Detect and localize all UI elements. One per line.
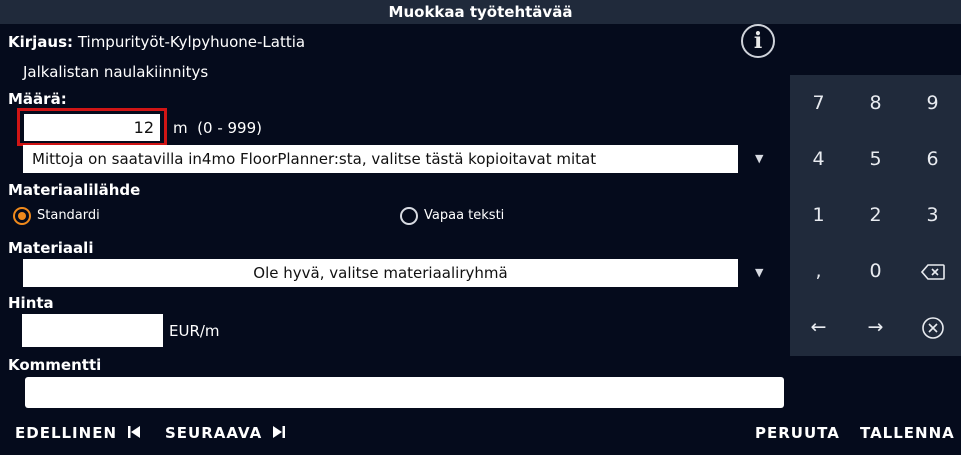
price-input[interactable] (22, 314, 163, 347)
measure-select[interactable]: Mittoja on saatavilla in4mo FloorPlanner… (23, 145, 738, 173)
key-comma[interactable]: , (790, 243, 847, 299)
price-unit: EUR/m (169, 322, 220, 340)
material-select-chevron-down-icon[interactable]: ▼ (755, 266, 763, 279)
key-2[interactable]: 2 (847, 187, 904, 243)
cancel-button[interactable]: PERUUTA (755, 424, 840, 442)
key-arrow-left[interactable]: ← (790, 299, 847, 355)
measure-select-chevron-down-icon[interactable]: ▼ (755, 152, 763, 165)
material-select[interactable]: Ole hyvä, valitse materiaaliryhmä (23, 259, 738, 287)
skip-next-icon (273, 426, 286, 438)
info-icon: i (753, 28, 763, 54)
measure-select-value: Mittoja on saatavilla in4mo FloorPlanner… (32, 150, 597, 168)
radio-vapaa-teksti-label[interactable]: Vapaa teksti (424, 208, 504, 223)
booking-label: Kirjaus: (8, 33, 74, 51)
radio-standardi[interactable] (13, 207, 31, 225)
key-close[interactable] (904, 299, 961, 355)
key-0[interactable]: 0 (847, 243, 904, 299)
arrow-left-icon: ← (810, 316, 827, 338)
arrow-right-icon: → (867, 316, 884, 338)
key-7[interactable]: 7 (790, 75, 847, 131)
material-label: Materiaali (8, 239, 94, 257)
quantity-unit-range: m (0 - 999) (173, 119, 262, 137)
task-description: Jalkalistan naulakiinnitys (23, 63, 209, 81)
material-select-value: Ole hyvä, valitse materiaaliryhmä (253, 264, 508, 282)
previous-button-label: EDELLINEN (15, 424, 117, 442)
key-5[interactable]: 5 (847, 131, 904, 187)
price-label: Hinta (8, 294, 54, 312)
previous-button[interactable]: EDELLINEN (15, 424, 141, 442)
numeric-keypad: 7 8 9 4 5 6 1 2 3 , 0 ← → (790, 75, 961, 356)
backspace-icon (920, 263, 945, 280)
radio-vapaa-teksti[interactable] (400, 207, 418, 225)
info-button[interactable]: i (741, 24, 775, 58)
comment-input[interactable] (25, 377, 784, 408)
next-button-label: SEURAAVA (165, 424, 263, 442)
radio-standardi-label[interactable]: Standardi (37, 208, 100, 223)
key-4[interactable]: 4 (790, 131, 847, 187)
key-9[interactable]: 9 (904, 75, 961, 131)
key-1[interactable]: 1 (790, 187, 847, 243)
key-8[interactable]: 8 (847, 75, 904, 131)
key-6[interactable]: 6 (904, 131, 961, 187)
key-backspace[interactable] (904, 243, 961, 299)
booking-value: Timpurityöt-Kylpyhuone-Lattia (77, 33, 306, 51)
quantity-range: (0 - 999) (197, 119, 262, 137)
comment-label: Kommentti (8, 356, 102, 374)
quantity-label: Määrä: (8, 90, 67, 108)
key-3[interactable]: 3 (904, 187, 961, 243)
window-title: Muokkaa työtehtävää (0, 0, 961, 24)
quantity-input[interactable] (24, 114, 160, 141)
material-source-label: Materiaalilähde (8, 181, 141, 199)
skip-previous-icon (128, 426, 141, 438)
close-circle-icon (921, 316, 944, 339)
booking-row: Kirjaus: Timpurityöt-Kylpyhuone-Lattia (8, 33, 305, 51)
next-button[interactable]: SEURAAVA (165, 424, 286, 442)
save-button[interactable]: TALLENNA (860, 424, 955, 442)
quantity-unit: m (173, 119, 188, 137)
key-arrow-right[interactable]: → (847, 299, 904, 355)
